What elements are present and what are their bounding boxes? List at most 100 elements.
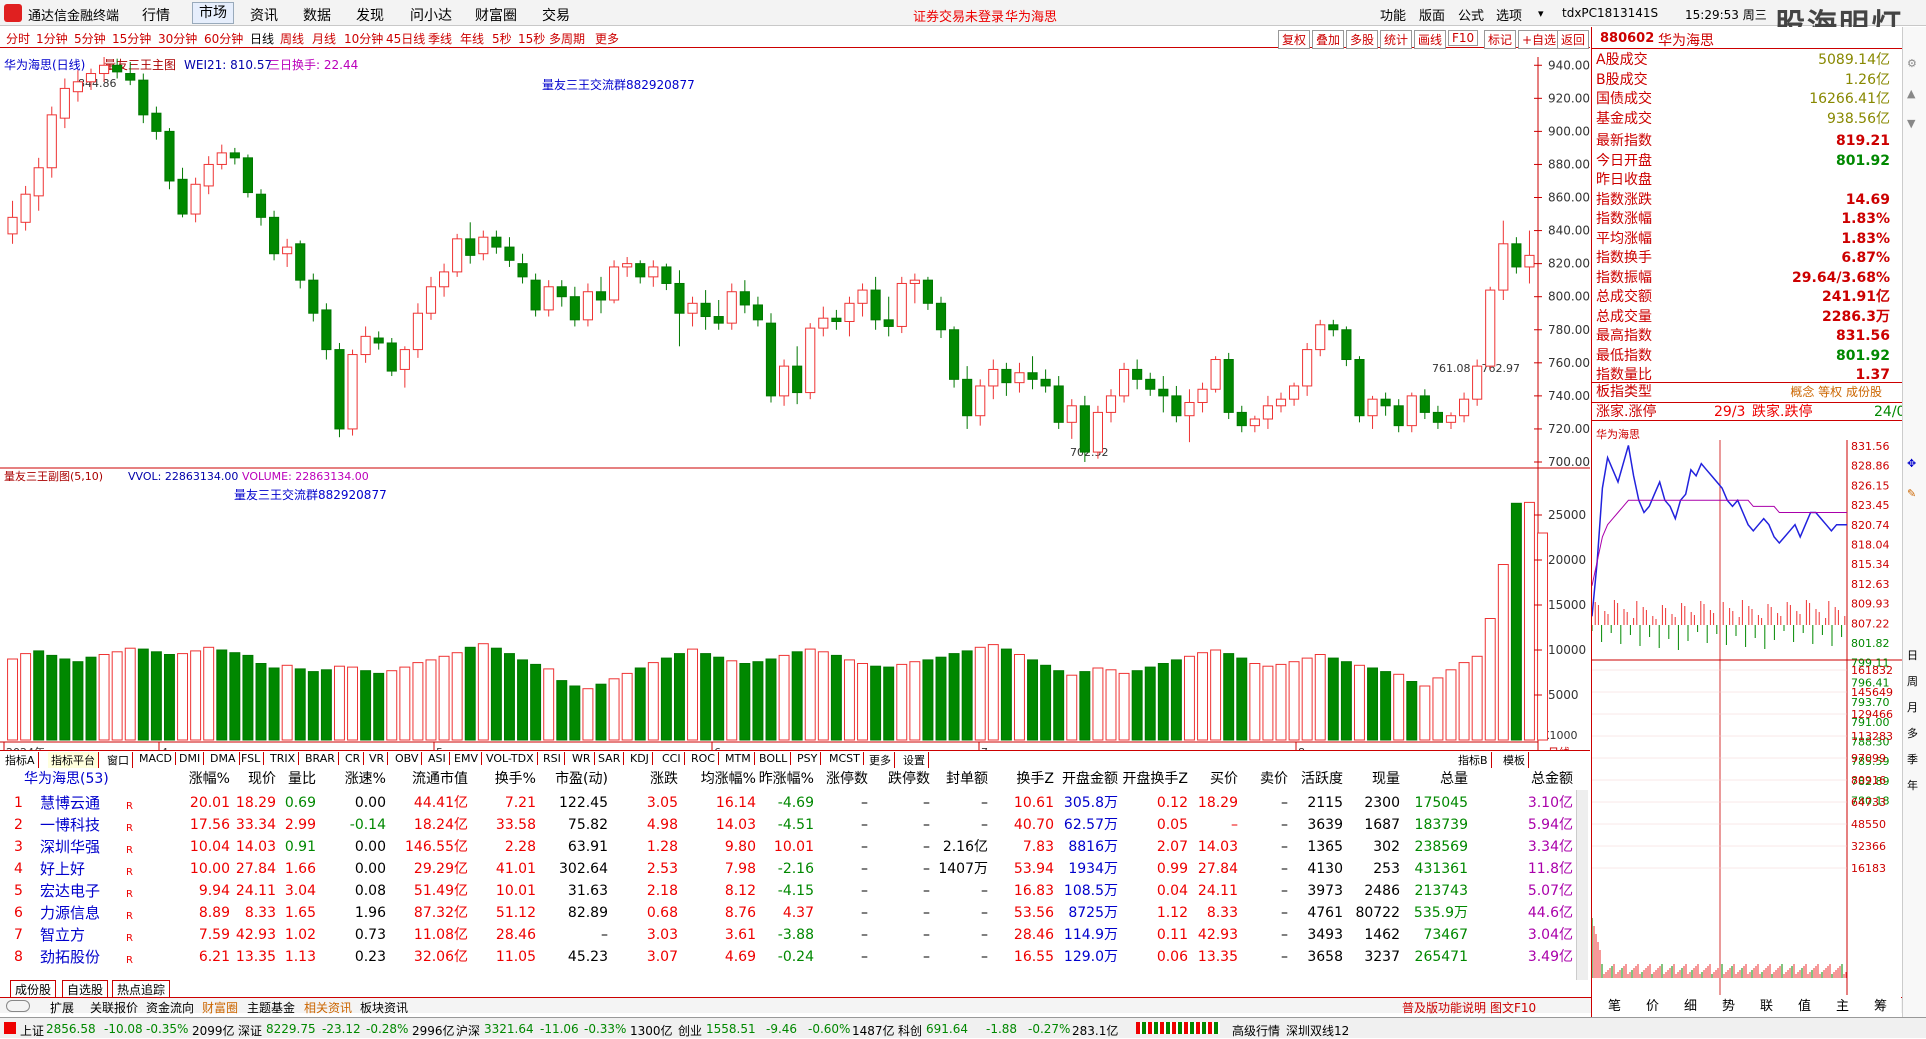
hs-label[interactable]: 沪深: [456, 1022, 480, 1039]
ext-wealth[interactable]: 财富圈: [202, 999, 238, 1016]
period-1min[interactable]: 1分钟: [36, 30, 68, 47]
tab-dmi[interactable]: DMI: [176, 752, 205, 765]
menu-layout[interactable]: 版面: [1419, 5, 1445, 24]
menu-trade[interactable]: 交易: [542, 5, 570, 25]
tool-f10[interactable]: F10: [1448, 30, 1479, 46]
menu-formula[interactable]: 公式: [1458, 5, 1484, 24]
period-60min[interactable]: 60分钟: [204, 30, 243, 47]
tab-obv[interactable]: OBV: [392, 752, 423, 765]
tab-dma[interactable]: DMA: [207, 752, 240, 765]
ext-sector-news[interactable]: 板块资讯: [360, 999, 408, 1016]
menu-wealth[interactable]: 财富圈: [475, 5, 517, 25]
tool-multi-stock[interactable]: 多股: [1346, 30, 1379, 49]
period-45day[interactable]: 45日线: [386, 30, 425, 47]
panel-tab-chips[interactable]: 筹: [1874, 995, 1887, 1014]
tab-fsl[interactable]: FSL: [238, 752, 265, 765]
tab-vr[interactable]: VR: [366, 752, 389, 765]
period-daily[interactable]: 日线: [250, 30, 274, 47]
table-row[interactable]: 7 智立方 7.59 42.93 1.02 0.73 11.08亿 28.46–3.03 3.6…: [0, 924, 1575, 946]
tab-kdj[interactable]: KDJ: [627, 752, 653, 765]
tab-emv[interactable]: EMV: [451, 752, 482, 765]
ext-theme-fund[interactable]: 主题基金: [247, 999, 295, 1016]
tab-cci[interactable]: CCI: [659, 752, 685, 765]
col-header[interactable]: 总量: [1388, 768, 1468, 790]
panel-tab-linked[interactable]: 联: [1760, 995, 1773, 1014]
table-row[interactable]: 5 宏达电子 9.94 24.11 3.04 0.08 51.49亿 10.01 31.63 2.…: [0, 880, 1575, 902]
ext-fund-flow[interactable]: 资金流向: [146, 999, 194, 1016]
period-5min[interactable]: 5分钟: [74, 30, 106, 47]
col-header[interactable]: 开盘金额: [1038, 768, 1118, 790]
tool-adjust[interactable]: 复权: [1278, 30, 1311, 49]
tab-boll[interactable]: BOLL: [756, 752, 792, 765]
tab-indicator-platform[interactable]: 指标平台: [48, 752, 99, 768]
move-icon[interactable]: ✥: [1907, 457, 1916, 470]
period-more[interactable]: 更多: [595, 30, 619, 47]
col-header[interactable]: 华为海思(53): [24, 768, 109, 790]
period-15min[interactable]: 15分钟: [112, 30, 151, 47]
tab-template[interactable]: 模板: [1500, 752, 1529, 768]
table-scrollbar[interactable]: [1576, 790, 1588, 980]
ext-version-info[interactable]: 普及版功能说明: [1402, 999, 1486, 1016]
sidebar-day[interactable]: 日: [1907, 647, 1918, 663]
tab-roc[interactable]: ROC: [688, 752, 719, 765]
panel-tab-detail[interactable]: 细: [1684, 995, 1697, 1014]
tab-sar[interactable]: SAR: [595, 752, 625, 765]
panel-tab-trend[interactable]: 势: [1722, 995, 1735, 1014]
tab-trix[interactable]: TRIX: [267, 752, 300, 765]
feed-label[interactable]: 高级行情: [1232, 1022, 1280, 1039]
period-multi[interactable]: 多周期: [549, 30, 585, 47]
period-15sec[interactable]: 15秒: [518, 30, 545, 47]
table-row[interactable]: 6 力源信息 8.89 8.33 1.65 1.96 87.32亿 51.12 82.89 0.6…: [0, 902, 1575, 924]
period-monthly[interactable]: 月线: [312, 30, 336, 47]
period-30min[interactable]: 30分钟: [158, 30, 197, 47]
tool-stats[interactable]: 统计: [1380, 30, 1413, 49]
period-quarterly[interactable]: 季线: [428, 30, 452, 47]
tab-indicator-a[interactable]: 指标A: [2, 752, 39, 768]
ext-related-quotes[interactable]: 关联报价: [90, 999, 138, 1016]
tab-indicator-b[interactable]: 指标B: [1455, 752, 1492, 768]
sh-label[interactable]: 上证: [20, 1022, 44, 1039]
table-row[interactable]: 3 深圳华强 10.04 14.03 0.91 0.00 146.55亿 2.28 63.91 1…: [0, 836, 1575, 858]
panel-tab-value[interactable]: 值: [1798, 995, 1811, 1014]
col-header[interactable]: 市盈(动): [528, 768, 608, 790]
ext-related-news[interactable]: 相关资讯: [304, 999, 352, 1016]
sidebar-month[interactable]: 月: [1907, 699, 1918, 715]
period-timeshare[interactable]: 分时: [6, 30, 30, 47]
kc-label[interactable]: 科创: [898, 1022, 922, 1039]
ext-f10[interactable]: 图文F10: [1490, 999, 1536, 1016]
tool-back[interactable]: 返回: [1557, 30, 1590, 49]
table-row[interactable]: 8 劲拓股份 6.21 13.35 1.13 0.23 32.06亿 11.05 45.23 3.…: [0, 946, 1575, 968]
period-5sec[interactable]: 5秒: [492, 30, 512, 47]
login-notice[interactable]: 证券交易未登录: [913, 6, 1004, 25]
scroll-down-icon[interactable]: ▼: [1907, 117, 1915, 130]
period-weekly[interactable]: 周线: [280, 30, 304, 47]
col-header[interactable]: 涨跌: [598, 768, 678, 790]
tab-more[interactable]: 更多: [866, 752, 895, 768]
col-header[interactable]: 换手%: [456, 768, 536, 790]
tab-settings[interactable]: 设置: [900, 752, 929, 768]
tab-wr[interactable]: WR: [569, 752, 595, 765]
tab-vol-tdx[interactable]: VOL-TDX: [483, 752, 538, 765]
tab-window[interactable]: 窗口: [104, 752, 133, 768]
sidebar-week[interactable]: 周: [1907, 673, 1918, 689]
period-yearly[interactable]: 年线: [460, 30, 484, 47]
tab-mtm[interactable]: MTM: [722, 752, 755, 765]
tab-mcst[interactable]: MCST: [826, 752, 864, 765]
menu-discover[interactable]: 发现: [356, 5, 384, 25]
sz-label[interactable]: 深证: [238, 1022, 262, 1039]
menu-ask[interactable]: 问小达: [410, 5, 452, 25]
tab-rsi[interactable]: RSI: [540, 752, 565, 765]
line-label[interactable]: 深圳双线12: [1286, 1022, 1349, 1039]
menu-news[interactable]: 资讯: [250, 5, 278, 25]
scroll-up-icon[interactable]: ▲: [1907, 87, 1915, 100]
panel-tab-main[interactable]: 主: [1836, 995, 1849, 1014]
col-header[interactable]: 总金额: [1493, 768, 1573, 790]
col-header[interactable]: 量比: [236, 768, 316, 790]
sidebar-quarter[interactable]: 季: [1907, 751, 1918, 767]
kline-chart[interactable]: 华为海思(日线) 量友三王主图 WEI21: 810.57 三日换手: 22.4…: [0, 48, 1590, 768]
tool-overlay[interactable]: 叠加: [1312, 30, 1345, 49]
tool-draw[interactable]: 画线: [1414, 30, 1447, 49]
panel-tab-price[interactable]: 价: [1646, 995, 1659, 1014]
table-row[interactable]: 4 好上好 10.00 27.84 1.66 0.00 29.29亿 41.01 302.64 2…: [0, 858, 1575, 880]
menu-functions[interactable]: 功能: [1380, 5, 1406, 24]
